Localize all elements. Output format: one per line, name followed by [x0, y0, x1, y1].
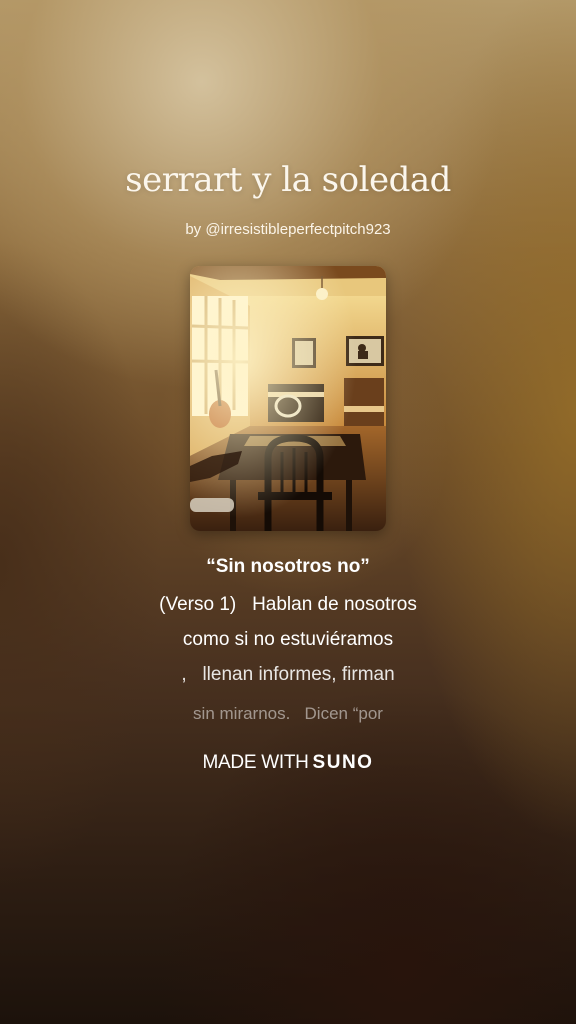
lyrics-heading: “Sin nosotros no”	[206, 556, 370, 577]
made-with-label: MADE WITH	[202, 752, 309, 773]
made-with-suno-badge[interactable]: MADE WITH SUNO	[0, 752, 576, 774]
lyric-line-4: sin mirarnos. Dicen “por	[193, 704, 383, 723]
cover-art	[190, 266, 386, 531]
lyric-line-3: , llenan informes, firman	[181, 664, 395, 685]
artist-byline[interactable]: by @irresistibleperfectpitch923	[0, 221, 576, 238]
suno-logo: SUNO	[312, 752, 374, 773]
lyric-line-1: (Verso 1) Hablan de nosotros	[159, 594, 417, 615]
lyric-line-2: como si no estuviéramos	[182, 629, 394, 650]
song-title: serrart y la soledad	[125, 160, 451, 200]
